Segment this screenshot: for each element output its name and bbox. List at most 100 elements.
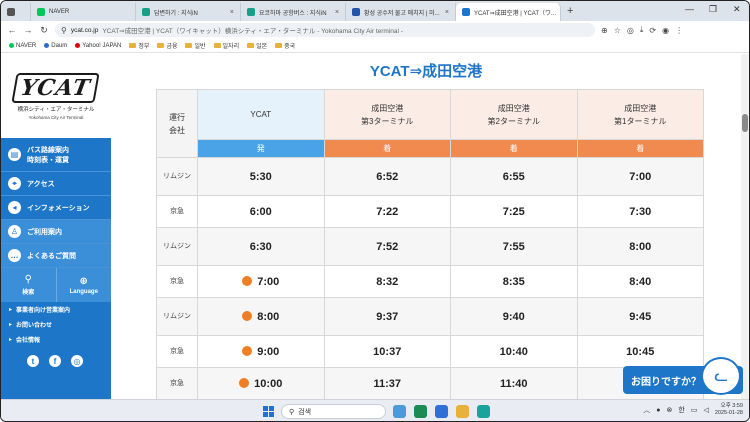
tab-label: 황성 공수저 물고 매치지 | 미... (364, 10, 440, 17)
tab-yokohama-bus[interactable]: 요코하마 공항버스 : 지식iN × (241, 3, 346, 21)
language-button[interactable]: ⊕ Language (55, 268, 112, 302)
link-contact[interactable]: ▸ お問い合わせ (1, 317, 111, 332)
minimize-icon[interactable]: — (685, 4, 694, 14)
twitter-icon[interactable]: t (27, 355, 39, 367)
facebook-icon[interactable]: f (49, 355, 61, 367)
nav-label: よくあるご質問 (27, 252, 76, 260)
scroll-thumb[interactable] (742, 114, 748, 132)
table-row: 京急 9:00 10:37 10:40 10:45 (156, 335, 704, 368)
tab-answer[interactable]: 답변하기 : 지식iN × (136, 3, 241, 21)
search-icon: ⚲ (289, 408, 295, 416)
stop-name: 成田空港 (624, 103, 657, 113)
bookmark-naver[interactable]: NAVER (9, 43, 36, 49)
back-icon[interactable]: ← (7, 25, 17, 35)
tray-app-icon[interactable]: ● (656, 407, 660, 414)
bookmark-folder[interactable]: 금융 (157, 41, 177, 50)
table-row: リムジン 6:30 7:52 7:55 8:00 (156, 227, 704, 266)
ime-indicator[interactable]: 한 (678, 405, 684, 415)
close-window-icon[interactable]: ✕ (733, 4, 741, 15)
bus-icon: ▤ (8, 148, 21, 161)
network-icon[interactable]: ▭ (691, 406, 698, 414)
link-company[interactable]: ▸ 会社情報 (1, 332, 111, 347)
close-icon[interactable]: × (230, 9, 234, 16)
arrival-time-cell: 11:37 (323, 367, 451, 399)
site-favicon-icon (352, 8, 360, 16)
naver-favicon-icon (37, 8, 45, 16)
nav-label: バス路線案内 時刻表・運賃 (27, 145, 69, 165)
taskbar-search[interactable]: ⚲ 검색 (281, 404, 386, 419)
bookmark-label: 일반 (194, 44, 206, 50)
bookmark-daum[interactable]: Daum (44, 43, 67, 49)
stop-name: 成田空港 (371, 103, 404, 113)
nav-access[interactable]: ⌖ アクセス (1, 172, 111, 196)
forward-icon[interactable]: → (23, 25, 33, 35)
page-scrollbar[interactable] (741, 54, 749, 399)
time-value: 7:00 (257, 275, 280, 288)
nav-usage-guide[interactable]: ♙ ご利用案内 (1, 220, 111, 244)
tab-naver[interactable]: NAVER (31, 3, 136, 21)
clock[interactable]: 오후 3:59 2025-01-28 (715, 403, 743, 417)
nav-label: ご利用案内 (27, 228, 62, 236)
time-value: 8:35 (502, 275, 525, 288)
address-bar[interactable]: ⚲ ycat.co.jp YCAT⇒成田空港 | YCAT（ワイキャット）横浜シ… (55, 23, 595, 37)
bookmark-star-icon[interactable]: ☆ (614, 26, 621, 35)
translate-icon[interactable]: ⊕ (601, 26, 608, 35)
time-value: 7:30 (629, 205, 652, 218)
link-business[interactable]: ▸ 事業者向け営業案内 (1, 302, 111, 317)
widgets-icon[interactable] (393, 405, 406, 418)
close-icon[interactable]: × (445, 9, 449, 16)
file-explorer-icon[interactable] (456, 405, 469, 418)
timetable: 運行 会社 YCAT 成田空港 第3ターミナル 成田空港 第2ターミナル 成田空港 第1… (156, 89, 704, 399)
stop-header-t1: 成田空港 第1ターミナル (576, 89, 704, 140)
menu-icon[interactable]: ⋮ (675, 26, 683, 35)
search-button[interactable]: ⚲ 検索 (1, 268, 56, 302)
time-value: 5:30 (249, 170, 272, 183)
close-icon[interactable]: × (335, 9, 339, 16)
ycat-logo[interactable]: YCAT 横浜シティ・エア・ターミナル Yokohama City Air Te… (1, 54, 111, 138)
bookmark-folder[interactable]: 일반 (185, 41, 206, 50)
instagram-icon[interactable]: ◎ (71, 355, 83, 367)
tab-label: 요코하마 공항버스 : 지식iN (259, 10, 327, 17)
bookmark-folder[interactable]: 정부 (129, 41, 149, 50)
browser-icon[interactable] (477, 405, 490, 418)
arrival-time-cell: 7:00 (576, 157, 704, 196)
download-icon[interactable]: ⤓ (640, 25, 644, 35)
bookmark-folder[interactable]: 일본 (247, 41, 267, 50)
nav-label-line1: バス路線案内 (27, 146, 69, 154)
nav-information[interactable]: ◂ インフォメーション (1, 196, 111, 220)
table-header-row: 運行 会社 YCAT 成田空港 第3ターミナル 成田空港 第2ターミナル 成田空港 第1… (156, 89, 704, 158)
bookmark-folder[interactable]: 중국 (275, 41, 295, 50)
departure-time-cell: 5:30 (197, 157, 325, 196)
time-value: 10:40 (499, 345, 528, 358)
chevron-up-icon[interactable]: ︿ (643, 405, 650, 415)
start-icon[interactable] (263, 406, 274, 417)
time-value: 8:00 (257, 310, 280, 323)
cat-mascot-icon[interactable]: ᓚ (701, 357, 741, 395)
nav-bus-routes[interactable]: ▤ バス路線案内 時刻表・運賃 (1, 138, 111, 172)
profile-icon[interactable]: ◉ (662, 26, 669, 35)
reload-icon[interactable]: ↻ (39, 25, 49, 36)
search-language-row: ⚲ 検索 ⊕ Language (1, 268, 111, 302)
maximize-icon[interactable]: ❐ (709, 4, 717, 15)
bookmark-folder[interactable]: 일자리 (213, 41, 239, 50)
site-info-icon[interactable]: ⚲ (61, 26, 67, 35)
arrival-time-cell: 10:45 (576, 335, 704, 368)
tab-article[interactable]: 황성 공수저 물고 매치지 | 미... × (346, 3, 456, 21)
close-icon[interactable]: × (560, 9, 561, 16)
bookmark-yahoo[interactable]: Yahoo! JAPAN (75, 43, 121, 49)
time-value: 6:00 (249, 205, 272, 218)
bookmark-label: 정부 (138, 44, 150, 50)
tray-app-icon[interactable]: ⊗ (667, 406, 673, 414)
departure-time-cell: 6:00 (197, 195, 325, 228)
refresh-icon[interactable]: ⟳ (649, 26, 656, 35)
new-tab-icon[interactable]: + (567, 5, 573, 17)
nav-label-line2: 時刻表・運賃 (27, 156, 69, 164)
app-icon[interactable] (435, 405, 448, 418)
logo-english-name: Yokohama City Air Terminal (28, 114, 84, 120)
volume-icon[interactable]: ◁ (703, 406, 708, 414)
app-icon[interactable] (414, 405, 427, 418)
extension-icon[interactable]: ◎ (627, 26, 634, 35)
tab-0[interactable] (1, 3, 31, 21)
nav-faq[interactable]: … よくあるご質問 (1, 244, 111, 268)
tab-ycat[interactable]: YCAT⇒成田空港 | YCAT（ワ...× (456, 3, 561, 21)
